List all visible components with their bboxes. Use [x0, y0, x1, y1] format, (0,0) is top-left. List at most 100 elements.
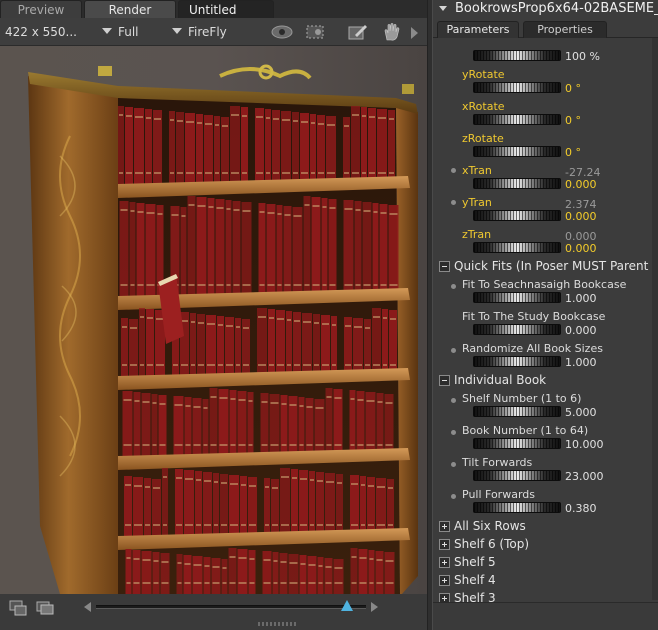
timeline-track[interactable] [96, 605, 366, 609]
timeline-thumb[interactable] [341, 600, 354, 611]
parameter-value[interactable]: 0.000 [565, 242, 597, 255]
parameter-dial[interactable] [473, 82, 561, 93]
section-shelf-3[interactable]: Shelf 3 [439, 590, 652, 602]
parameter-value[interactable]: 0.380 [565, 502, 597, 515]
tab-properties[interactable]: Properties [523, 21, 607, 38]
parameter-value[interactable]: 100 % [565, 50, 600, 63]
parameter-value[interactable]: 0.000 [565, 210, 597, 223]
parameter-value[interactable]: 10.000 [565, 438, 604, 451]
collapse-icon[interactable] [439, 375, 450, 386]
expand-icon[interactable] [439, 521, 450, 532]
expand-icon[interactable] [439, 593, 450, 602]
section-shelf-5[interactable]: Shelf 5 [439, 554, 652, 571]
parameter-value[interactable]: 23.000 [565, 470, 604, 483]
area-render-icon[interactable] [304, 22, 328, 42]
book-band [351, 483, 358, 485]
parameter-value[interactable]: 5.000 [565, 406, 597, 419]
book-band [181, 364, 188, 366]
scrollbar[interactable] [652, 38, 658, 600]
book-band [326, 444, 332, 446]
section-all-six-rows[interactable]: All Six Rows [439, 518, 652, 535]
parameter-value[interactable]: 1.000 [565, 356, 597, 369]
book-band [238, 444, 246, 446]
section-individual-book[interactable]: Individual Book [439, 372, 652, 389]
book [196, 197, 207, 296]
book-band [146, 172, 151, 174]
section-shelf-6[interactable]: Shelf 6 (Top) [439, 536, 652, 553]
render-size-label[interactable]: 422 x 550... [5, 24, 77, 40]
book-band [242, 172, 247, 174]
parameter-value[interactable]: 0.000 [565, 178, 597, 191]
section-shelf-4[interactable]: Shelf 4 [439, 572, 652, 589]
book-band [174, 444, 183, 446]
parameter-dial[interactable] [473, 50, 561, 61]
tab-parameters[interactable]: Parameters [437, 21, 519, 38]
book-band [176, 524, 182, 526]
tab-untitled[interactable]: Untitled [178, 0, 274, 18]
hand-icon[interactable] [380, 22, 404, 42]
chevron-right-icon[interactable] [371, 602, 378, 612]
render-settings-icon[interactable] [270, 22, 294, 42]
parameter-dial[interactable] [473, 470, 561, 481]
book-band [310, 479, 314, 481]
chevron-left-icon[interactable] [84, 602, 91, 612]
expand-icon[interactable] [439, 539, 450, 550]
render-viewport[interactable] [0, 46, 427, 594]
resize-grip[interactable] [258, 622, 298, 626]
parameter-dial[interactable] [473, 438, 561, 449]
book-band [357, 444, 364, 446]
tab-render[interactable]: Render [84, 0, 176, 18]
book-band [388, 524, 393, 526]
section-quick-fits[interactable]: Quick Fits (In Poser MUST Parent FIR [439, 258, 652, 275]
book-band [236, 364, 240, 366]
book-band [369, 558, 374, 560]
parameter-dial[interactable] [473, 324, 561, 335]
book-band [130, 327, 137, 329]
parameter-value[interactable]: 0 ° [565, 82, 581, 95]
book-band [385, 444, 393, 446]
edit-render-icon[interactable] [346, 22, 370, 42]
chevron-right-icon[interactable] [411, 27, 418, 39]
parameter-dial[interactable] [473, 242, 561, 253]
parameter-dial[interactable] [473, 146, 561, 157]
parameter-value[interactable]: 0 ° [565, 114, 581, 127]
parameter-value[interactable]: 0.000 [565, 324, 597, 337]
timeline-scrubber[interactable] [84, 600, 378, 614]
book-band [258, 316, 266, 318]
object-title-dropdown[interactable]: BookrowsProp6x64-02BASEME_1 [433, 0, 658, 20]
collapse-icon[interactable] [439, 261, 450, 272]
book-band [314, 322, 319, 324]
book-band [173, 364, 178, 366]
render-mode-dropdown[interactable]: Full [102, 24, 139, 40]
expand-icon[interactable] [439, 557, 450, 568]
parameter-dial[interactable] [473, 178, 561, 189]
layout-icon[interactable] [36, 600, 54, 616]
parameter-dial[interactable] [473, 114, 561, 125]
book-band [214, 524, 218, 526]
book-band [272, 524, 278, 526]
parameter-value[interactable]: 0 ° [565, 146, 581, 159]
book-band [196, 479, 201, 481]
book-band [380, 284, 387, 286]
book-band [300, 563, 306, 565]
display-icon[interactable] [9, 600, 27, 616]
book-band [270, 444, 279, 446]
book-band [153, 487, 160, 489]
tab-preview[interactable]: Preview [0, 0, 82, 18]
render-engine-dropdown[interactable]: FireFly [172, 24, 227, 40]
parameter-dial[interactable] [473, 292, 561, 303]
book-band [373, 211, 378, 213]
parameter-dial[interactable] [473, 210, 561, 221]
book [279, 553, 288, 594]
parameter-value[interactable]: 1.000 [565, 292, 597, 305]
book [152, 552, 160, 594]
section-title: Shelf 4 [454, 573, 496, 587]
book [192, 556, 203, 594]
parameter-dial[interactable] [473, 356, 561, 367]
expand-icon[interactable] [439, 575, 450, 586]
parameter-dial[interactable] [473, 406, 561, 417]
book-band [289, 562, 298, 564]
parameter-dial[interactable] [473, 502, 561, 513]
book-band [125, 524, 131, 526]
book [119, 201, 129, 296]
